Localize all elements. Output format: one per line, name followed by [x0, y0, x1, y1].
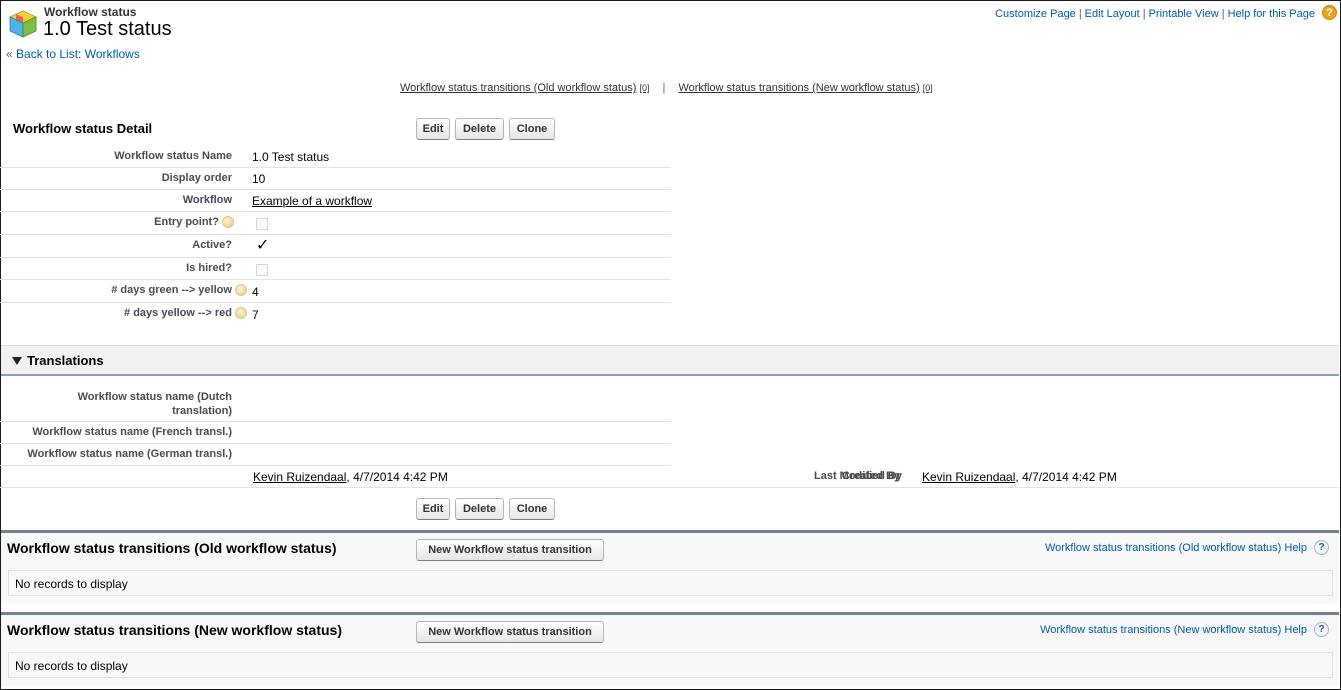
entry-point-checkbox [256, 218, 268, 230]
field-label: Workflow [182, 194, 232, 206]
help-for-page-link[interactable]: Help for this Page [1228, 8, 1315, 20]
old-transitions-count[interactable]: [0] [639, 83, 649, 93]
field-value: 4 [252, 285, 259, 299]
field-row-name: Workflow status Name 1.0 Test status [0, 145, 671, 168]
created-by-user-link[interactable]: Kevin Ruizendaal [253, 470, 346, 484]
field-label: Display order [161, 172, 232, 184]
related-list-new-transitions: Workflow status transitions (New workflo… [1, 612, 1339, 686]
field-value: 1.0 Test status [252, 150, 330, 164]
cube-icon [9, 10, 37, 38]
field-row-german: Workflow status name (German transl.) [0, 444, 671, 466]
edit-layout-link[interactable]: Edit Layout [1085, 8, 1140, 20]
entry-point-label: Entry point? [154, 216, 219, 228]
field-label: Is hired? [186, 262, 232, 274]
no-records-row: No records to display [8, 652, 1333, 678]
clone-button-bottom[interactable]: Clone [509, 498, 555, 520]
related-list-hover-links: Workflow status transitions (Old workflo… [400, 82, 933, 94]
field-label: # days yellow --> red [124, 307, 247, 320]
edit-button-bottom[interactable]: Edit [416, 498, 450, 520]
field-row-active: Active? ✓ [0, 235, 671, 258]
modified-by-date: , 4/7/2014 4:42 PM [1015, 470, 1117, 484]
related-list-help-link[interactable]: Workflow status transitions (New workflo… [1040, 624, 1307, 636]
is-hired-checkbox [256, 264, 268, 276]
new-transition-button-old[interactable]: New Workflow status transition [416, 539, 604, 561]
related-list-title: Workflow status transitions (New workflo… [7, 622, 343, 638]
related-list-old-transitions: Workflow status transitions (Old workflo… [1, 530, 1339, 604]
translations-section-header[interactable]: Translations [1, 345, 1339, 376]
related-list-title: Workflow status transitions (Old workflo… [7, 540, 337, 556]
modified-by-user-link[interactable]: Kevin Ruizendaal [922, 470, 1015, 484]
field-row-display-order: Display order 10 [0, 168, 671, 190]
field-label: Entry point? [154, 216, 234, 229]
back-to-list: « Back to List: Workflows [6, 47, 140, 61]
page-top-links: Customize Page | Edit Layout | Printable Vie… [995, 8, 1315, 20]
no-records-text: No records to display [15, 659, 128, 673]
new-transitions-count[interactable]: [0] [923, 83, 933, 93]
info-icon[interactable] [222, 216, 234, 229]
question-icon[interactable]: ? [1314, 622, 1329, 637]
link-separator: | [662, 82, 666, 94]
info-icon[interactable] [235, 307, 247, 320]
translations-title: Translations [27, 353, 104, 368]
field-row-entry-point: Entry point? [0, 212, 671, 235]
question-icon[interactable]: ? [1314, 540, 1329, 555]
new-transition-button-new[interactable]: New Workflow status transition [416, 621, 604, 643]
back-arrow-icon: « [6, 47, 13, 61]
field-value: 7 [252, 308, 259, 322]
related-list-help-link[interactable]: Workflow status transitions (Old workflo… [1045, 542, 1307, 554]
field-value: 10 [252, 172, 266, 186]
field-label: Workflow status name (French transl.) [32, 426, 232, 438]
info-icon[interactable] [235, 284, 247, 297]
field-row-dutch: Workflow status name (Dutch translation) [0, 388, 671, 422]
field-label: Workflow status Name [114, 150, 232, 162]
field-row-french: Workflow status name (French transl.) [0, 422, 671, 444]
no-records-row: No records to display [8, 570, 1333, 596]
field-label: Active? [192, 239, 232, 251]
clone-button[interactable]: Clone [509, 118, 555, 140]
workflow-link[interactable]: Example of a workflow [252, 194, 372, 208]
field-row-workflow: Workflow Example of a workflow [0, 190, 671, 212]
days-green-label: # days green --> yellow [111, 284, 232, 296]
last-modified-by-value: Kevin Ruizendaal, 4/7/2014 4:42 PM [922, 470, 1117, 484]
back-to-list-link[interactable]: Back to List: Workflows [16, 47, 140, 61]
field-row-is-hired: Is hired? [0, 258, 671, 280]
new-transitions-hover-link[interactable]: Workflow status transitions (New workflo… [678, 82, 919, 94]
help-question-icon[interactable]: ? [1322, 5, 1337, 20]
created-by-value: Kevin Ruizendaal, 4/7/2014 4:42 PM [253, 470, 448, 484]
field-row-audit: Created By Kevin Ruizendaal, 4/7/2014 4:… [0, 466, 1339, 488]
field-label: Workflow status name (Dutch translation) [77, 391, 232, 417]
field-label: Workflow status name (German transl.) [27, 448, 232, 460]
delete-button[interactable]: Delete [455, 118, 504, 140]
no-records-text: No records to display [15, 577, 128, 591]
object-type-label: Workflow status [44, 5, 137, 19]
detail-section-title: Workflow status Detail [13, 121, 153, 136]
active-check-icon: ✓ [256, 237, 270, 254]
old-transitions-hover-link[interactable]: Workflow status transitions (Old workflo… [400, 82, 636, 94]
field-label: # days green --> yellow [111, 284, 247, 297]
days-yellow-label: # days yellow --> red [124, 307, 232, 319]
customize-page-link[interactable]: Customize Page [995, 8, 1076, 20]
edit-button[interactable]: Edit [416, 118, 450, 140]
field-row-days-yellow: # days yellow --> red 7 [0, 303, 671, 325]
field-row-days-green: # days green --> yellow 4 [0, 280, 671, 303]
last-modified-by-label: Last Modified By [813, 470, 902, 482]
created-by-date: , 4/7/2014 4:42 PM [346, 470, 448, 484]
page-title: 1.0 Test status [43, 18, 172, 40]
delete-button-bottom[interactable]: Delete [455, 498, 504, 520]
triangle-down-icon[interactable] [12, 357, 22, 365]
printable-view-link[interactable]: Printable View [1149, 8, 1219, 20]
